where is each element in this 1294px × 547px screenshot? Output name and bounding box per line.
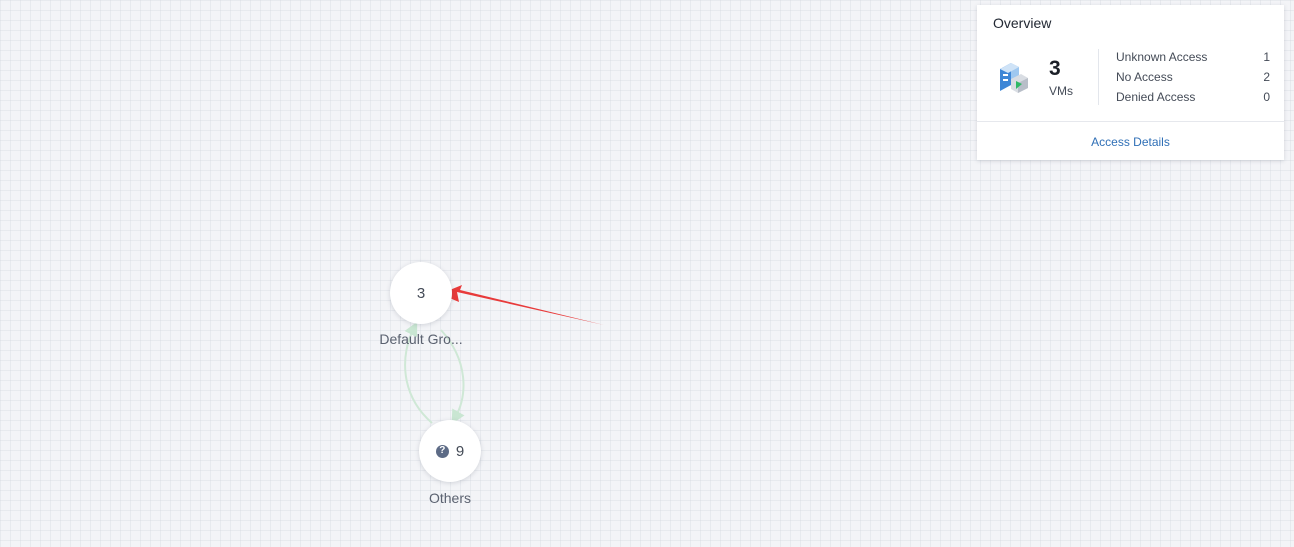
access-summary-list: Unknown Access 1 No Access 2 Denied Acce… [1116, 50, 1270, 110]
access-row-unknown: Unknown Access 1 [1116, 50, 1270, 70]
vm-count: 3 [1049, 57, 1061, 80]
access-row-label: Unknown Access [1116, 50, 1208, 64]
question-icon: ? [435, 444, 449, 458]
vm-server-icon [997, 59, 1029, 95]
access-row-value: 1 [1263, 50, 1270, 64]
access-row-label: No Access [1116, 70, 1173, 84]
node-others-label: Others [428, 490, 471, 506]
access-row-value: 2 [1263, 70, 1270, 84]
node-others[interactable]: ? 9 [419, 420, 481, 482]
access-row-denied: Denied Access 0 [1116, 90, 1270, 110]
overview-title: Overview [993, 15, 1052, 31]
overview-panel: Overview 3 VMs Unknown Access 1 No Acces… [977, 5, 1284, 160]
node-others-count: 9 [455, 442, 465, 460]
access-row-value: 0 [1263, 90, 1270, 104]
access-details-link[interactable]: Access Details [977, 135, 1284, 149]
access-row-no-access: No Access 2 [1116, 70, 1270, 90]
node-default-group-count: 3 [416, 284, 426, 302]
overview-divider [977, 121, 1284, 122]
node-default-group[interactable]: 3 [390, 262, 452, 324]
node-default-group-label: Default Gro... [379, 331, 463, 347]
access-row-label: Denied Access [1116, 90, 1196, 104]
annotation-arrow [440, 285, 604, 325]
vm-unit-label: VMs [1049, 84, 1073, 98]
overview-separator [1098, 49, 1099, 105]
